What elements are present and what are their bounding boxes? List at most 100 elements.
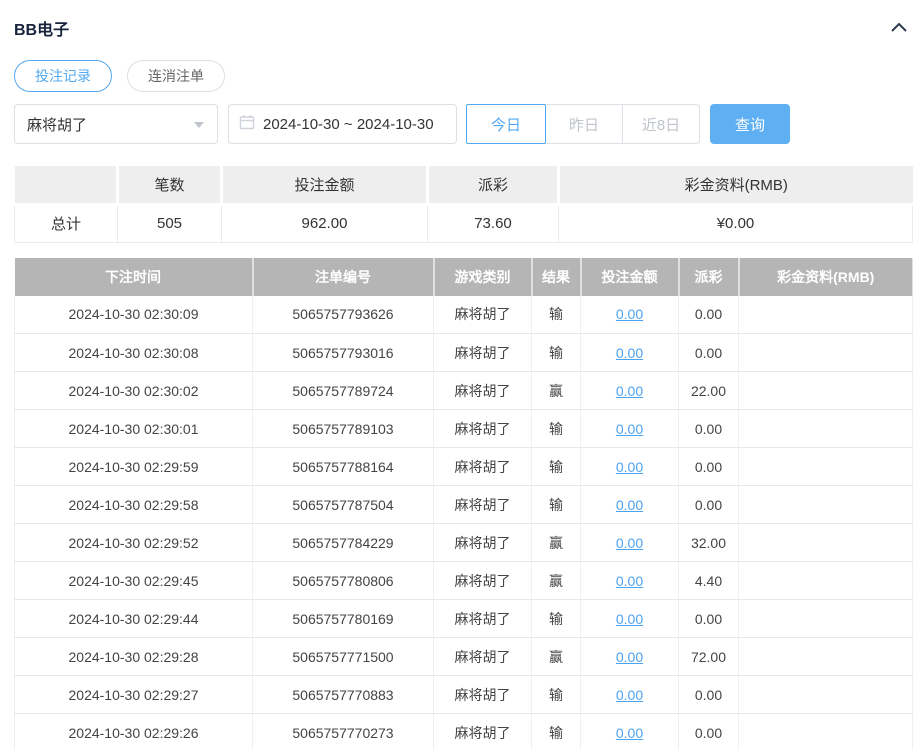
query-button[interactable]: 查询 (710, 104, 790, 144)
cell-result: 输 (531, 675, 581, 714)
record-type-tabs: 投注记录 连消注单 (14, 60, 912, 92)
header-bonus: 彩金资料(RMB) (738, 257, 913, 296)
summary-header-row: 笔数 投注金额 派彩 彩金资料(RMB) (14, 166, 913, 206)
cell-bet-amount: 0.00 (580, 485, 679, 524)
bet-amount-link[interactable]: 0.00 (616, 421, 643, 437)
cell-bonus (738, 675, 913, 714)
date-range-value: 2024-10-30 ~ 2024-10-30 (263, 115, 434, 133)
cell-bet-time: 2024-10-30 02:29:26 (14, 713, 253, 750)
cell-bet-time: 2024-10-30 02:30:02 (14, 371, 253, 410)
cell-bet-time: 2024-10-30 02:30:01 (14, 409, 253, 448)
cell-bet-id: 5065757770273 (252, 713, 434, 750)
cell-bonus (738, 713, 913, 750)
game-select[interactable]: 麻将胡了 (14, 104, 218, 144)
bet-amount-link[interactable]: 0.00 (616, 383, 643, 399)
summary-total-label: 总计 (14, 204, 118, 243)
tab-label: 投注记录 (35, 68, 91, 84)
cell-result: 输 (531, 333, 581, 372)
bet-amount-link[interactable]: 0.00 (616, 535, 643, 551)
cell-bet-time: 2024-10-30 02:29:59 (14, 447, 253, 486)
cell-bet-time: 2024-10-30 02:29:45 (14, 561, 253, 600)
summary-total-count: 505 (117, 204, 222, 243)
cell-bet-id: 5065757770883 (252, 675, 434, 714)
bet-amount-link[interactable]: 0.00 (616, 459, 643, 475)
bet-amount-link[interactable]: 0.00 (616, 687, 643, 703)
bet-amount-link[interactable]: 0.00 (616, 345, 643, 361)
cell-game-type: 麻将胡了 (433, 333, 532, 372)
date-range-picker[interactable]: 2024-10-30 ~ 2024-10-30 (228, 104, 457, 144)
cell-bet-id: 5065757780806 (252, 561, 434, 600)
cell-bet-id: 5065757787504 (252, 485, 434, 524)
cell-bonus (738, 485, 913, 524)
table-row: 2024-10-30 02:29:58 5065757787504 麻将胡了 输… (14, 485, 913, 524)
panel-bb-electronics: BB电子 投注记录 连消注单 麻将胡了 2024-10-30 ~ 2024-10… (14, 0, 913, 750)
header-bet-time: 下注时间 (14, 257, 254, 296)
last-8-days-button[interactable]: 近8日 (622, 104, 700, 144)
cell-payout: 32.00 (678, 523, 739, 562)
cell-payout: 0.00 (678, 675, 739, 714)
cell-bet-id: 5065757780169 (252, 599, 434, 638)
bet-records-table: 下注时间 注单编号 游戏类别 结果 投注金额 派彩 彩金资料(RMB) 2024… (14, 257, 913, 750)
bet-amount-link[interactable]: 0.00 (616, 573, 643, 589)
header-game-type: 游戏类别 (433, 257, 533, 296)
cell-result: 输 (531, 599, 581, 638)
table-row: 2024-10-30 02:29:28 5065757771500 麻将胡了 赢… (14, 637, 913, 676)
summary-total-bonus: ¥0.00 (558, 204, 913, 243)
cell-bonus (738, 371, 913, 410)
cell-bonus (738, 409, 913, 448)
cell-bet-amount: 0.00 (580, 333, 679, 372)
cell-game-type: 麻将胡了 (433, 713, 532, 750)
bet-amount-link[interactable]: 0.00 (616, 497, 643, 513)
cell-bet-amount: 0.00 (580, 409, 679, 448)
cell-bet-amount: 0.00 (580, 523, 679, 562)
cell-bet-amount: 0.00 (580, 371, 679, 410)
cell-bet-id: 5065757784229 (252, 523, 434, 562)
bet-amount-link[interactable]: 0.00 (616, 611, 643, 627)
table-row: 2024-10-30 02:30:02 5065757789724 麻将胡了 赢… (14, 371, 913, 410)
table-row: 2024-10-30 02:29:52 5065757784229 麻将胡了 赢… (14, 523, 913, 562)
cell-payout: 22.00 (678, 371, 739, 410)
bet-amount-link[interactable]: 0.00 (616, 649, 643, 665)
today-button[interactable]: 今日 (466, 104, 546, 144)
cell-bet-time: 2024-10-30 02:29:44 (14, 599, 253, 638)
tab-bet-records[interactable]: 投注记录 (14, 60, 112, 92)
collapse-panel-button[interactable] (888, 19, 910, 38)
cell-bet-amount: 0.00 (580, 713, 679, 750)
summary-total-bet-amount: 962.00 (221, 204, 428, 243)
chevron-up-icon (890, 21, 908, 36)
cell-bet-time: 2024-10-30 02:29:58 (14, 485, 253, 524)
cell-bet-time: 2024-10-30 02:30:08 (14, 333, 253, 372)
summary-total-payout: 73.60 (427, 204, 559, 243)
table-row: 2024-10-30 02:29:26 5065757770273 麻将胡了 输… (14, 713, 913, 750)
cell-game-type: 麻将胡了 (433, 675, 532, 714)
cell-bonus (738, 447, 913, 486)
tab-cancelled-bets[interactable]: 连消注单 (127, 60, 225, 92)
quick-date-button-group: 今日 昨日 近8日 (466, 104, 700, 144)
cell-game-type: 麻将胡了 (433, 371, 532, 410)
cell-result: 输 (531, 485, 581, 524)
cell-bet-time: 2024-10-30 02:29:27 (14, 675, 253, 714)
cell-bonus (738, 561, 913, 600)
cell-payout: 72.00 (678, 637, 739, 676)
page-title: BB电子 (14, 22, 70, 39)
cell-game-type: 麻将胡了 (433, 447, 532, 486)
summary-header-bet-amount: 投注金额 (221, 166, 429, 206)
cell-payout: 4.40 (678, 561, 739, 600)
table-row: 2024-10-30 02:30:08 5065757793016 麻将胡了 输… (14, 333, 913, 372)
cell-bonus (738, 523, 913, 562)
bet-amount-link[interactable]: 0.00 (616, 725, 643, 741)
summary-header-count: 笔数 (117, 166, 223, 206)
cell-bet-time: 2024-10-30 02:29:52 (14, 523, 253, 562)
cell-bet-id: 5065757789103 (252, 409, 434, 448)
bet-amount-link[interactable]: 0.00 (616, 306, 643, 322)
summary-header-bonus: 彩金资料(RMB) (558, 166, 913, 206)
yesterday-button[interactable]: 昨日 (545, 104, 623, 144)
cell-bet-id: 5065757793626 (252, 295, 434, 334)
cell-bonus (738, 637, 913, 676)
summary-header-payout: 派彩 (427, 166, 560, 206)
table-row: 2024-10-30 02:29:45 5065757780806 麻将胡了 赢… (14, 561, 913, 600)
header-payout: 派彩 (678, 257, 740, 296)
cell-bet-time: 2024-10-30 02:29:28 (14, 637, 253, 676)
calendar-icon (239, 114, 255, 134)
cell-game-type: 麻将胡了 (433, 561, 532, 600)
